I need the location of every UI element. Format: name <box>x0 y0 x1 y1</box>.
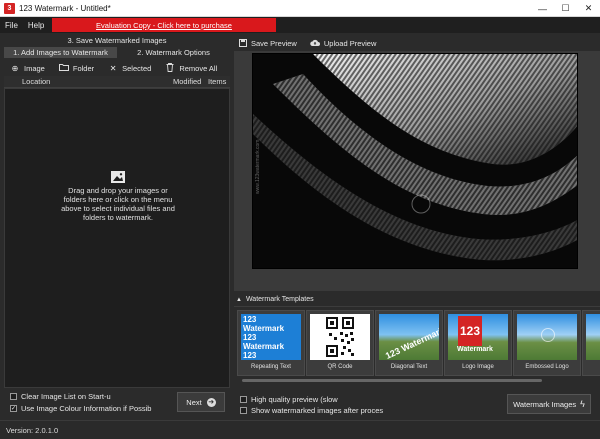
templates-title: Watermark Templates <box>245 296 314 303</box>
image-icon <box>111 171 125 183</box>
image-list-header: Location Modified Items <box>4 76 230 88</box>
plus-circle-icon: ⊕ <box>11 63 19 73</box>
add-image-label: Image <box>24 63 45 73</box>
tab-watermark-options[interactable]: 2. Watermark Options <box>117 47 230 58</box>
clear-list-checkbox[interactable] <box>10 393 17 400</box>
high-quality-option[interactable]: High quality preview (slow <box>240 395 338 404</box>
template-thumb: 123 Watermark <box>379 314 439 360</box>
save-preview-button[interactable]: Save Preview <box>239 39 297 48</box>
clear-list-option[interactable]: Clear Image List on Start-u <box>10 392 111 401</box>
column-location[interactable]: Location <box>22 77 50 86</box>
qr-code-icon <box>326 317 354 357</box>
preview-image[interactable]: www.123watermark.com <box>252 53 578 269</box>
preview-watermark-text: www.123watermark.com <box>255 139 261 194</box>
logo-badge: 123 <box>458 316 482 346</box>
add-image-button[interactable]: ⊕ Image <box>10 64 45 73</box>
watermark-images-label: Watermark Images <box>513 399 577 409</box>
repeating-line: 123 Watermark <box>243 351 257 360</box>
tab-add-images[interactable]: 1. Add Images to Watermark <box>4 47 117 58</box>
high-quality-label: High quality preview (slow <box>251 395 338 404</box>
minimize-button[interactable]: — <box>531 0 554 17</box>
template-thumb <box>586 314 600 360</box>
templates-scrollbar[interactable] <box>238 378 598 383</box>
template-caption: Repeating Text <box>251 364 291 370</box>
column-items[interactable]: Items <box>208 77 226 86</box>
save-disk-icon <box>239 39 247 47</box>
remove-selected-button[interactable]: ✕ Selected <box>108 63 152 73</box>
trash-icon <box>165 62 175 74</box>
left-panel: 3. Save Watermarked Images 1. Add Images… <box>4 35 230 417</box>
save-preview-label: Save Preview <box>251 38 297 48</box>
remove-all-label: Remove All <box>179 63 218 73</box>
scrollbar-thumb[interactable] <box>242 379 542 382</box>
preview-toolbar: Save Preview Upload Preview <box>234 36 600 50</box>
upload-preview-label: Upload Preview <box>323 38 377 48</box>
high-quality-checkbox[interactable] <box>240 396 247 403</box>
maximize-button[interactable]: ☐ <box>554 0 577 17</box>
preview-area: www.123watermark.com <box>234 51 600 291</box>
template-repeating-text[interactable]: 123 Watermark 123 Watermark 123 Watermar… <box>237 310 305 376</box>
template-qr-code[interactable]: QR Code <box>306 310 374 376</box>
architecture-photo <box>253 54 577 268</box>
clear-list-label: Clear Image List on Start-u <box>21 392 111 401</box>
next-button[interactable]: Next ➜ <box>177 392 225 412</box>
repeating-line: 123 Watermark <box>243 315 285 333</box>
diagonal-text: 123 Watermark <box>383 325 439 360</box>
repeating-line: 123 Watermark <box>243 333 285 351</box>
folder-icon <box>58 63 69 73</box>
use-colour-label: Use Image Colour Information if Possib <box>21 404 152 413</box>
remove-selected-label: Selected <box>122 63 152 73</box>
templates-header[interactable]: ▲ Watermark Templates <box>236 294 600 305</box>
next-label: Next <box>186 397 202 407</box>
cloud-upload-icon <box>310 39 320 46</box>
close-button[interactable]: ✕ <box>577 0 600 17</box>
image-drop-area[interactable]: Drag and drop your images or folders her… <box>4 88 230 388</box>
status-bar: Version: 2.0.1.0 <box>0 420 600 439</box>
window-title: 123 Watermark - Untitled* <box>19 3 111 13</box>
title-bar: 3 123 Watermark - Untitled* — ☐ ✕ <box>0 0 600 17</box>
template-more[interactable] <box>582 310 600 376</box>
embossed-logo-icon <box>541 328 555 342</box>
upload-preview-button[interactable]: Upload Preview <box>310 38 377 48</box>
template-thumb: 123 Watermark <box>448 314 508 360</box>
template-caption: Logo Image <box>462 364 494 370</box>
arrow-right-icon: ➜ <box>206 397 216 407</box>
lightning-icon: ϟ <box>580 399 585 409</box>
templates-strip: 123 Watermark 123 Watermark 123 Watermar… <box>234 306 600 378</box>
app-logo-icon: 3 <box>4 2 15 14</box>
use-colour-checkbox[interactable]: ✓ <box>10 405 17 412</box>
collapse-arrow-icon: ▲ <box>236 296 242 303</box>
template-thumb: 123 Watermark 123 Watermark 123 Watermar… <box>241 314 301 360</box>
version-text: Version: 2.0.1.0 <box>6 425 59 435</box>
remove-all-button[interactable]: Remove All <box>165 62 218 74</box>
menu-bar: File Help Evaluation Copy - Click here t… <box>0 17 600 33</box>
menu-file[interactable]: File <box>0 21 23 30</box>
template-thumb <box>517 314 577 360</box>
template-diagonal-text[interactable]: 123 Watermark Diagonal Text <box>375 310 443 376</box>
template-logo-image[interactable]: 123 Watermark Logo Image <box>444 310 512 376</box>
column-modified[interactable]: Modified <box>173 77 201 86</box>
use-colour-option[interactable]: ✓ Use Image Colour Information if Possib <box>10 404 151 413</box>
template-caption: Embossed Logo <box>525 364 569 370</box>
add-folder-button[interactable]: Folder <box>58 63 95 73</box>
add-folder-label: Folder <box>72 63 95 73</box>
template-caption: QR Code <box>327 364 353 370</box>
template-caption: Diagonal Text <box>390 364 428 370</box>
logo-text: Watermark <box>457 346 493 353</box>
image-list-toolbar: ⊕ Image Folder ✕ Selected Remove All <box>4 61 230 75</box>
purchase-banner[interactable]: Evaluation Copy - Click here to purchase <box>52 18 276 32</box>
tab-save-watermarked[interactable]: 3. Save Watermarked Images <box>4 35 230 46</box>
template-embossed-logo[interactable]: Embossed Logo <box>513 310 581 376</box>
watermark-images-button[interactable]: Watermark Images ϟ <box>507 394 591 414</box>
show-after-checkbox[interactable] <box>240 407 247 414</box>
show-after-label: Show watermarked images after proces <box>251 406 384 415</box>
close-x-icon: ✕ <box>109 63 117 73</box>
drop-hint-text: Drag and drop your images or folders her… <box>61 186 175 222</box>
show-after-option[interactable]: Show watermarked images after proces <box>240 406 383 415</box>
menu-help[interactable]: Help <box>23 21 49 30</box>
template-thumb <box>310 314 370 360</box>
